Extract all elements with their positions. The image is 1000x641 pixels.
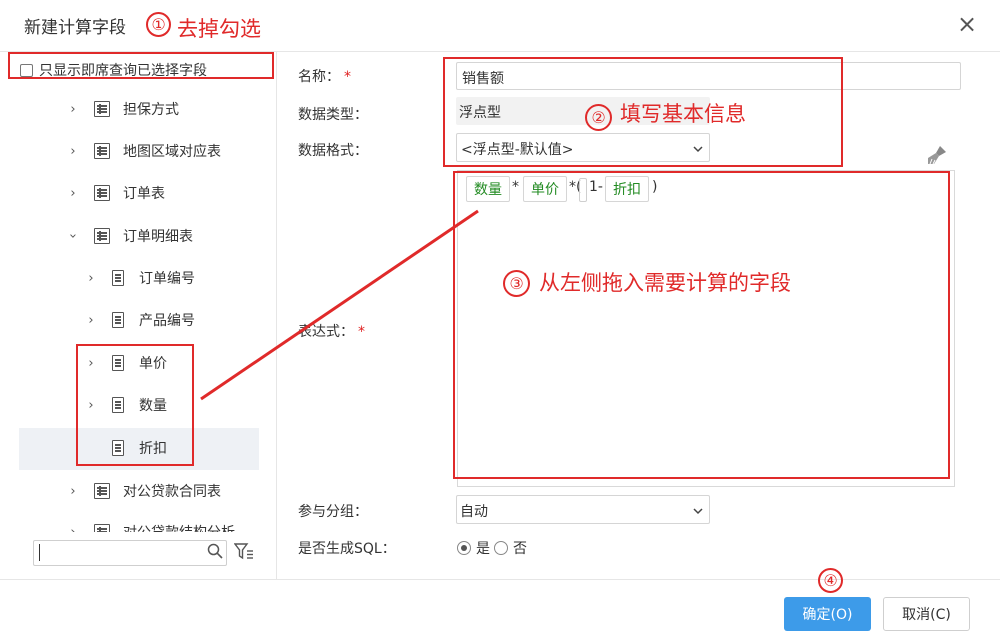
chevron-down-icon[interactable] (693, 506, 703, 516)
tree-item-label: 对公贷款合同表 (123, 484, 221, 500)
filter-icon[interactable] (234, 543, 254, 561)
sql-no-label: 否 (513, 541, 527, 557)
tree-item-label: 地图区域对应表 (123, 144, 221, 160)
group-select[interactable]: 自动 (456, 495, 710, 524)
tree-item[interactable]: › 订单表 (66, 173, 165, 213)
table-icon (94, 228, 110, 244)
type-label: 数据类型： (298, 107, 368, 123)
tree-item-label: 订单编号 (139, 271, 195, 287)
text-caret (39, 544, 40, 561)
tree-item[interactable]: › 地图区域对应表 (66, 131, 221, 171)
close-icon[interactable]: × (957, 10, 977, 38)
annotation-step4-number: ④ (818, 568, 843, 593)
chevron-down-icon[interactable]: › (66, 229, 81, 243)
tree-item-label: 对公贷款结构分析 (123, 522, 235, 532)
annotation-step2-number: ② (585, 104, 612, 131)
table-icon (94, 143, 110, 159)
chevron-right-icon[interactable]: › (84, 313, 98, 328)
table-icon (94, 101, 110, 117)
chevron-right-icon[interactable]: › (66, 484, 80, 499)
chevron-right-icon[interactable]: › (66, 525, 80, 533)
tree-overflow-clip: › 对公贷款结构分析 (40, 520, 268, 532)
tree-item-label: 订单明细表 (123, 229, 193, 245)
tree-item-label: 担保方式 (123, 102, 179, 118)
dialog-title: 新建计算字段 (24, 18, 126, 38)
name-label: 名称： * (298, 69, 351, 85)
ok-button[interactable]: 确定(O) (784, 597, 871, 631)
field-icon (112, 270, 124, 286)
search-icon[interactable] (207, 543, 223, 559)
chevron-right-icon[interactable]: › (66, 102, 80, 117)
sql-radio-group: 是 否 (457, 538, 527, 558)
expr-label: 表达式： * (298, 324, 365, 340)
annotation-step3-number: ③ (503, 270, 530, 297)
tree-item[interactable]: › 对公贷款合同表 (66, 471, 221, 511)
tree-item-label: 产品编号 (139, 313, 195, 329)
group-value: 自动 (460, 504, 488, 520)
sql-label: 是否生成SQL： (298, 541, 396, 557)
cancel-button[interactable]: 取消(C) (883, 597, 970, 631)
annotation-box-expression (453, 171, 950, 479)
tree-item[interactable]: › 担保方式 (66, 89, 179, 129)
annotation-step1-number: ① (146, 12, 171, 37)
annotation-box-fields (76, 344, 194, 466)
chevron-right-icon[interactable]: › (66, 144, 80, 159)
tree-item[interactable]: › 订单编号 (84, 258, 195, 298)
table-icon (94, 185, 110, 201)
annotation-step3-text: 从左侧拖入需要计算的字段 (539, 271, 791, 295)
field-search-input[interactable] (33, 540, 227, 566)
sql-yes-radio[interactable] (457, 541, 471, 555)
tree-item-label: 订单表 (123, 186, 165, 202)
annotation-step2-text: 填写基本信息 (620, 102, 746, 126)
field-icon (112, 312, 124, 328)
annotation-step1-text: 去掉勾选 (177, 17, 261, 41)
chevron-right-icon[interactable]: › (66, 186, 80, 201)
tree-item[interactable]: › 订单明细表 (66, 216, 193, 256)
brush-icon[interactable] (926, 144, 948, 166)
annotation-box-checkbox (8, 52, 274, 79)
sql-no-radio[interactable] (494, 541, 508, 555)
tree-item[interactable]: › 产品编号 (84, 300, 195, 340)
table-icon (94, 483, 110, 499)
tree-item[interactable]: › 对公贷款结构分析 (66, 520, 235, 532)
group-label: 参与分组： (298, 504, 368, 520)
sql-yes-label: 是 (476, 541, 490, 557)
format-label: 数据格式： (298, 143, 368, 159)
table-icon (94, 524, 110, 532)
chevron-right-icon[interactable]: › (84, 271, 98, 286)
